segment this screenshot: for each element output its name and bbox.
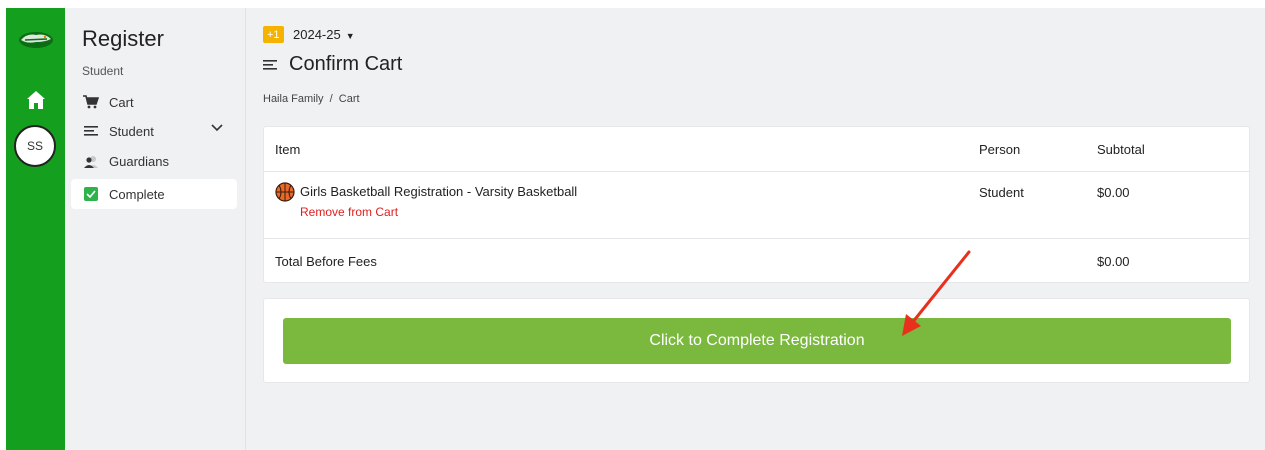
sidebar-item-label: Complete bbox=[109, 186, 165, 202]
basketball-icon bbox=[275, 182, 295, 202]
cart-item-details: Girls Basketball Registration - Varsity … bbox=[300, 184, 577, 219]
avatar[interactable]: SS bbox=[14, 125, 56, 167]
page-title: Confirm Cart bbox=[263, 53, 402, 76]
checkbox-checked-icon bbox=[83, 187, 99, 201]
home-icon[interactable] bbox=[26, 90, 46, 110]
column-header-subtotal: Subtotal bbox=[1097, 142, 1145, 157]
year-select[interactable]: 2024-25 ▼ bbox=[293, 27, 355, 42]
table-row: Girls Basketball Registration - Varsity … bbox=[264, 172, 1249, 239]
app: SS Register Student Cart Student Guardia… bbox=[0, 0, 1265, 450]
sidebar-item-label: Student bbox=[109, 123, 154, 139]
sidebar-item-complete[interactable]: Complete bbox=[71, 179, 237, 209]
sidebar-item-cart[interactable]: Cart bbox=[71, 87, 237, 117]
sidebar-item-guardians[interactable]: Guardians bbox=[71, 146, 237, 176]
sidebar-item-label: Cart bbox=[109, 94, 134, 110]
app-rail: SS bbox=[6, 8, 65, 450]
sidebar: Register Student Cart Student Guardians bbox=[65, 8, 246, 450]
complete-registration-card: Click to Complete Registration bbox=[263, 298, 1250, 383]
column-header-person: Person bbox=[979, 142, 1021, 157]
main-content: +1 2024-25 ▼ Confirm Cart Haila Family / … bbox=[246, 8, 1265, 450]
sidebar-item-student[interactable]: Student bbox=[71, 116, 237, 146]
year-value: 2024-25 bbox=[293, 27, 341, 42]
page-title-text: Confirm Cart bbox=[289, 53, 403, 75]
year-badge: +1 bbox=[263, 26, 284, 43]
checkbox-checked-icon bbox=[84, 187, 98, 201]
breadcrumb[interactable]: Haila Family / Cart bbox=[263, 93, 360, 105]
cart-icon bbox=[83, 95, 99, 109]
remove-from-cart-link[interactable]: Remove from Cart bbox=[300, 205, 577, 219]
cart-table: Item Person Subtotal Girls Basketball Re… bbox=[263, 126, 1250, 283]
cart-item-name: Girls Basketball Registration - Varsity … bbox=[300, 184, 578, 199]
table-header-row: Item Person Subtotal bbox=[264, 127, 1249, 172]
cart-item-subtotal: $0.00 bbox=[1097, 185, 1130, 200]
chevron-down-icon[interactable] bbox=[211, 124, 223, 132]
total-label: Total Before Fees bbox=[275, 254, 377, 269]
menu-icon bbox=[83, 124, 99, 138]
column-header-item: Item bbox=[275, 142, 301, 157]
total-row: Total Before Fees $0.00 bbox=[264, 239, 1249, 284]
total-value: $0.00 bbox=[1097, 254, 1130, 269]
cart-item-cell: Girls Basketball Registration - Varsity … bbox=[275, 182, 577, 219]
caret-down-icon: ▼ bbox=[345, 31, 355, 41]
complete-registration-button[interactable]: Click to Complete Registration bbox=[283, 318, 1231, 364]
guardians-icon bbox=[83, 154, 99, 168]
cart-item-person: Student bbox=[979, 185, 1024, 200]
menu-icon[interactable] bbox=[263, 53, 277, 76]
sidebar-subtitle: Student bbox=[82, 64, 124, 78]
sidebar-item-label: Guardians bbox=[109, 153, 169, 169]
sidebar-title: Register bbox=[82, 26, 164, 51]
gator-logo-icon[interactable] bbox=[17, 30, 55, 50]
